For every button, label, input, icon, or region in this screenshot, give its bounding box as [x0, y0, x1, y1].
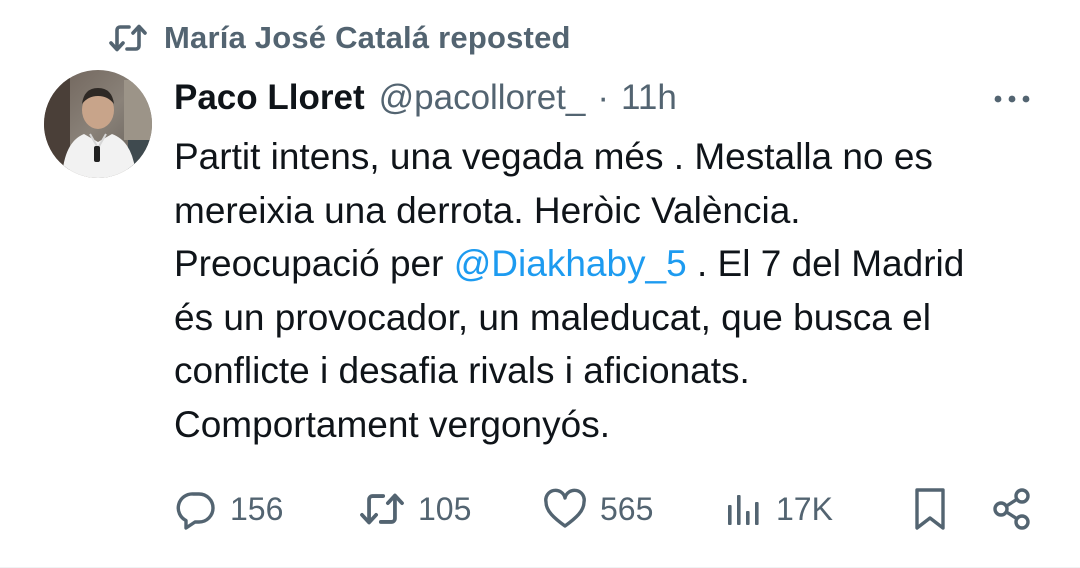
like-count: 565	[600, 490, 654, 527]
repost-icon	[108, 21, 148, 55]
reply-button[interactable]: 156	[174, 484, 283, 534]
avatar[interactable]	[44, 70, 152, 178]
repost-icon	[358, 489, 406, 529]
timestamp[interactable]: 11h	[621, 78, 677, 118]
tweet-text-line: Partit intens, una vegada més . Mestalla…	[174, 136, 933, 177]
heart-icon	[542, 488, 588, 530]
more-options-button[interactable]	[984, 82, 1040, 118]
share-button[interactable]	[990, 484, 1036, 534]
share-icon	[990, 486, 1036, 532]
analytics-bars-icon	[724, 489, 764, 529]
tweet-text-line: Preocupació per @Diakhaby_5 . El 7 del M…	[174, 237, 1044, 291]
tweet-text-line: és un provocador, un maleducat, que busc…	[174, 296, 931, 338]
repost-label[interactable]: María José Catalá reposted	[164, 20, 571, 56]
repost-button[interactable]: 105	[358, 484, 471, 534]
views-button[interactable]: 17K	[724, 484, 833, 534]
author-name[interactable]: Paco Lloret	[174, 78, 365, 118]
separator-dot: ·	[597, 78, 610, 117]
more-dots-icon	[992, 91, 1032, 109]
tweet-text-line: Comportament vergonyós.	[174, 403, 610, 445]
author-handle[interactable]: @pacolloret_	[379, 78, 586, 118]
tweet-text-segment: Preocupació per	[174, 243, 454, 284]
tweet-text-line: mereixia una derrota. Heròic València.	[174, 189, 801, 231]
mention-link[interactable]: @Diakhaby_5	[454, 243, 687, 284]
bookmark-icon	[910, 486, 950, 532]
repost-count: 105	[418, 490, 472, 527]
tweet-header: Paco Lloret @pacolloret_ · 11h	[174, 74, 677, 122]
tweet-text-line: conflicte i desafia rivals i aficionats.	[174, 350, 750, 391]
tweet-text: Partit intens, una vegada més . Mestalla…	[174, 130, 1044, 451]
action-bar: 156 105 565 17K	[174, 484, 1040, 534]
views-count: 17K	[776, 490, 833, 527]
repost-context[interactable]: María José Catalá reposted	[108, 18, 571, 58]
tweet-text-segment: . El 7 del Madrid	[686, 243, 965, 284]
bookmark-button[interactable]	[910, 484, 950, 534]
reply-count: 156	[230, 490, 284, 527]
like-button[interactable]: 565	[542, 484, 653, 534]
reply-icon	[174, 487, 218, 531]
